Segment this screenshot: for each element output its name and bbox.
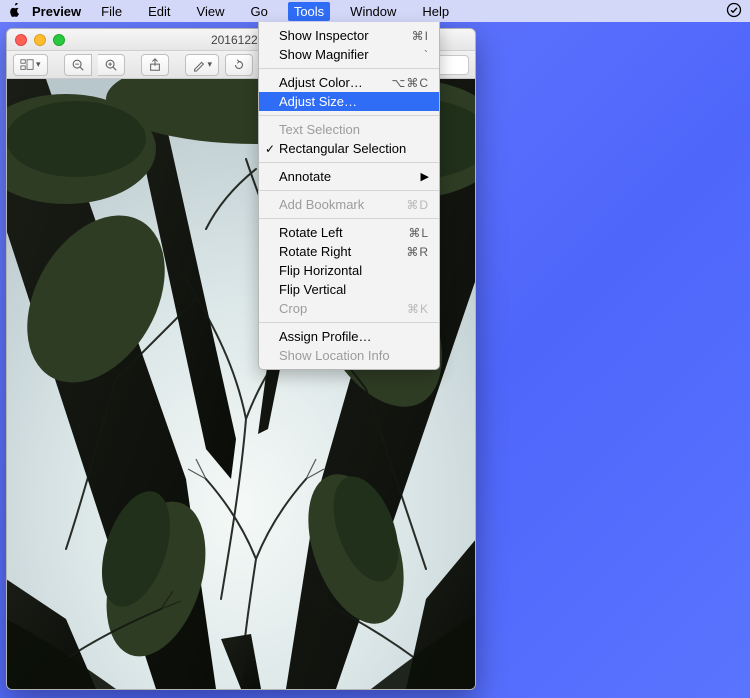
menu-item-crop: Crop⌘K	[259, 299, 439, 318]
menu-item-show-location-info: Show Location Info	[259, 346, 439, 365]
app-name[interactable]: Preview	[32, 4, 81, 19]
menu-item-adjust-color[interactable]: Adjust Color…⌥⌘C	[259, 73, 439, 92]
zoom-in-button[interactable]	[98, 54, 125, 76]
menu-edit[interactable]: Edit	[142, 2, 176, 21]
menu-item-rectangular-selection[interactable]: ✓Rectangular Selection	[259, 139, 439, 158]
menu-item-adjust-size[interactable]: Adjust Size…	[259, 92, 439, 111]
apple-menu-icon[interactable]	[8, 3, 22, 20]
menu-help[interactable]: Help	[416, 2, 455, 21]
menu-item-show-inspector[interactable]: Show Inspector⌘I	[259, 26, 439, 45]
menu-item-add-bookmark: Add Bookmark⌘D	[259, 195, 439, 214]
menu-item-text-selection: Text Selection	[259, 120, 439, 139]
zoom-out-button[interactable]	[64, 54, 92, 76]
menu-item-rotate-right[interactable]: Rotate Right⌘R	[259, 242, 439, 261]
menubar: Preview File Edit View Go Tools Window H…	[0, 0, 750, 22]
menu-item-flip-horizontal[interactable]: Flip Horizontal	[259, 261, 439, 280]
close-button[interactable]	[15, 34, 27, 46]
menu-file[interactable]: File	[95, 2, 128, 21]
menubar-status-icon[interactable]	[726, 2, 742, 21]
rotate-button[interactable]	[225, 54, 253, 76]
tools-menu-dropdown: Show Inspector⌘I Show Magnifier` Adjust …	[258, 22, 440, 370]
menu-go[interactable]: Go	[244, 2, 273, 21]
menu-window[interactable]: Window	[344, 2, 402, 21]
menu-tools[interactable]: Tools	[288, 2, 330, 21]
check-icon: ✓	[265, 142, 275, 156]
share-button[interactable]	[141, 54, 169, 76]
zoom-button[interactable]	[53, 34, 65, 46]
markup-button[interactable]: ▾	[185, 54, 220, 76]
menu-item-annotate[interactable]: Annotate▶	[259, 167, 439, 186]
menu-view[interactable]: View	[191, 2, 231, 21]
menu-item-flip-vertical[interactable]: Flip Vertical	[259, 280, 439, 299]
view-mode-button[interactable]: ▾	[13, 54, 48, 76]
minimize-button[interactable]	[34, 34, 46, 46]
submenu-arrow-icon: ▶	[421, 170, 429, 183]
menu-item-show-magnifier[interactable]: Show Magnifier`	[259, 45, 439, 64]
menu-item-assign-profile[interactable]: Assign Profile…	[259, 327, 439, 346]
menu-item-rotate-left[interactable]: Rotate Left⌘L	[259, 223, 439, 242]
